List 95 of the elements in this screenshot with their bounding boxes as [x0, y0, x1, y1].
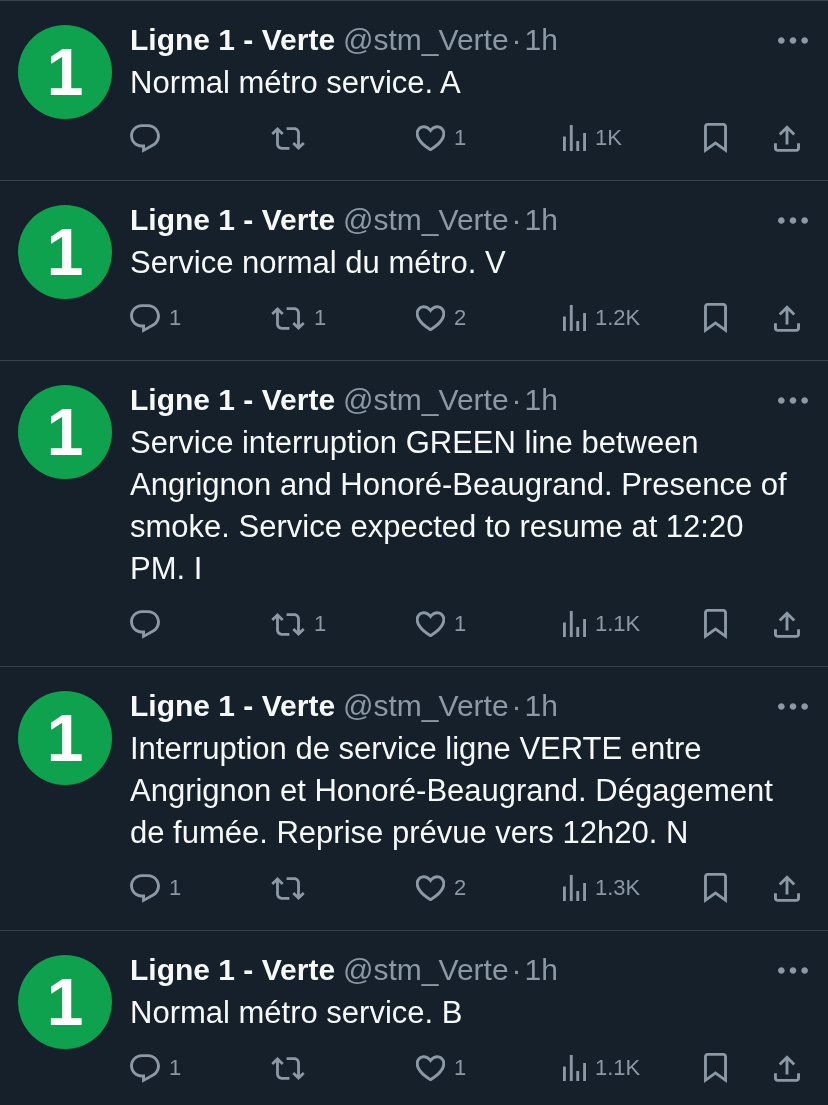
share-icon — [774, 304, 800, 332]
heart-icon — [416, 125, 445, 151]
like-button[interactable]: 2 — [416, 873, 467, 903]
bookmark-button[interactable] — [704, 123, 727, 153]
user-handle[interactable]: @stm_Verte — [343, 382, 509, 418]
separator-dot: · — [511, 202, 522, 238]
more-icon[interactable] — [778, 36, 808, 44]
user-handle[interactable]: @stm_Verte — [343, 202, 509, 238]
bookmark-icon — [704, 1053, 727, 1083]
post-text: Service interruption GREEN line between Angrignon and Honoré-Beaugrand. Presence of smoke. Service expected to resume at 12:20 PM. I — [130, 424, 788, 588]
share-icon — [774, 874, 800, 902]
bookmark-icon — [704, 123, 727, 153]
post-text: Normal métro service. A — [130, 64, 462, 102]
display-name[interactable]: Ligne 1 - Verte — [130, 202, 336, 238]
bar-chart-icon — [563, 305, 586, 331]
speech-bubble-icon — [130, 873, 160, 903]
user-handle[interactable]: @stm_Verte — [343, 22, 509, 58]
post-text: Interruption de service ligne VERTE entre Angrignon et Honoré-Beaugrand. Dégagement de fumée. Reprise prévue vers 12h20. N — [130, 730, 774, 852]
display-name[interactable]: Ligne 1 - Verte — [130, 688, 336, 724]
share-icon — [774, 124, 800, 152]
bookmark-icon — [704, 609, 727, 639]
post-text: Service normal du métro. V — [130, 244, 507, 282]
repost-button[interactable] — [271, 126, 305, 150]
user-handle[interactable]: @stm_Verte — [343, 688, 509, 724]
post-time[interactable]: 1h — [524, 22, 558, 58]
post-time[interactable]: 1h — [524, 382, 558, 418]
repost-arrows-icon — [271, 306, 305, 330]
like-button[interactable]: 1 — [416, 123, 467, 153]
more-icon[interactable] — [778, 396, 808, 404]
bookmark-button[interactable] — [704, 873, 727, 903]
views-button[interactable]: 1.2K — [561, 303, 641, 333]
share-icon — [774, 610, 800, 638]
post-text: Normal métro service. B — [130, 994, 464, 1032]
repost-button[interactable] — [271, 1056, 305, 1080]
heart-icon — [416, 611, 445, 637]
bookmark-icon — [704, 303, 727, 333]
reply-button[interactable]: 1 — [130, 1053, 182, 1083]
avatar[interactable]: 1 — [18, 385, 112, 479]
speech-bubble-icon — [130, 123, 160, 153]
views-button[interactable]: 1.1K — [561, 609, 641, 639]
bar-chart-icon — [563, 611, 586, 637]
bar-chart-icon — [563, 1055, 586, 1081]
separator-dot: · — [511, 688, 522, 724]
display-name[interactable]: Ligne 1 - Verte — [130, 952, 336, 988]
repost-button[interactable]: 1 — [271, 303, 327, 333]
share-button[interactable] — [774, 304, 800, 332]
post-time[interactable]: 1h — [524, 202, 558, 238]
reply-button[interactable] — [130, 123, 160, 153]
repost-arrows-icon — [271, 126, 305, 150]
share-button[interactable] — [774, 124, 800, 152]
heart-icon — [416, 305, 445, 331]
share-button[interactable] — [774, 610, 800, 638]
share-button[interactable] — [774, 1054, 800, 1082]
avatar[interactable]: 1 — [18, 955, 112, 1049]
bookmark-button[interactable] — [704, 303, 727, 333]
avatar[interactable]: 1 — [18, 691, 112, 785]
views-button[interactable]: 1.1K — [561, 1053, 641, 1083]
repost-arrows-icon — [271, 876, 305, 900]
repost-button[interactable]: 1 — [271, 609, 327, 639]
like-button[interactable]: 1 — [416, 609, 467, 639]
more-icon[interactable] — [778, 966, 808, 974]
speech-bubble-icon — [130, 609, 160, 639]
reply-button[interactable]: 1 — [130, 303, 182, 333]
bar-chart-icon — [563, 125, 586, 151]
like-button[interactable]: 1 — [416, 1053, 467, 1083]
bookmark-icon — [704, 873, 727, 903]
speech-bubble-icon — [130, 303, 160, 333]
bookmark-button[interactable] — [704, 1053, 727, 1083]
reply-button[interactable]: 1 — [130, 873, 182, 903]
separator-dot: · — [511, 952, 522, 988]
repost-arrows-icon — [271, 1056, 305, 1080]
more-icon[interactable] — [778, 702, 808, 710]
post-time[interactable]: 1h — [524, 952, 558, 988]
speech-bubble-icon — [130, 1053, 160, 1083]
display-name[interactable]: Ligne 1 - Verte — [130, 22, 336, 58]
bar-chart-icon — [563, 875, 586, 901]
heart-icon — [416, 875, 445, 901]
views-button[interactable]: 1.3K — [561, 873, 641, 903]
like-button[interactable]: 2 — [416, 303, 467, 333]
repost-arrows-icon — [271, 612, 305, 636]
avatar[interactable]: 1 — [18, 205, 112, 299]
views-button[interactable]: 1K — [561, 123, 622, 153]
separator-dot: · — [511, 22, 522, 58]
avatar[interactable]: 1 — [18, 25, 112, 119]
heart-icon — [416, 1055, 445, 1081]
repost-button[interactable] — [271, 876, 305, 900]
share-button[interactable] — [774, 874, 800, 902]
more-icon[interactable] — [778, 216, 808, 224]
display-name[interactable]: Ligne 1 - Verte — [130, 382, 336, 418]
reply-button[interactable] — [130, 609, 160, 639]
user-handle[interactable]: @stm_Verte — [343, 952, 509, 988]
separator-dot: · — [511, 382, 522, 418]
post-time[interactable]: 1h — [524, 688, 558, 724]
share-icon — [774, 1054, 800, 1082]
bookmark-button[interactable] — [704, 609, 727, 639]
